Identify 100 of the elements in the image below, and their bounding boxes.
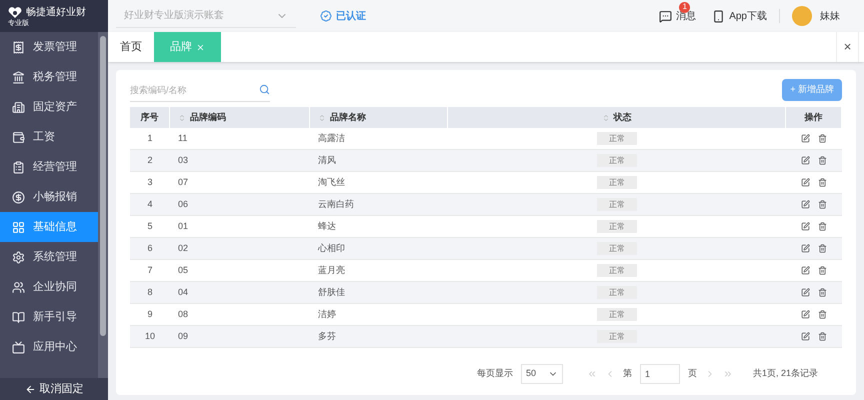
notification-badge: 1 [679, 2, 690, 12]
table-cell-text: 10 [144, 330, 155, 343]
unpin-button[interactable]: 取消固定 [0, 378, 108, 400]
edit-icon[interactable] [801, 266, 810, 275]
sidebar-item[interactable]: 系统管理 [0, 242, 98, 272]
arrow-icon [24, 384, 36, 394]
delete-icon[interactable] [818, 178, 827, 187]
status-tag: 正常 [597, 220, 637, 233]
table-cell-text: 08 [178, 308, 188, 321]
delete-icon[interactable] [818, 200, 827, 209]
menu-icon [12, 340, 25, 354]
chat-icon [659, 10, 672, 22]
menu-icon [12, 70, 25, 84]
delete-icon[interactable] [818, 156, 827, 165]
menu-icon [12, 130, 25, 144]
table-cell-text: 06 [178, 198, 188, 211]
table-cell-text: 01 [178, 220, 188, 233]
edit-icon[interactable] [801, 332, 810, 341]
search-icon[interactable] [259, 84, 270, 95]
table-cell-text: 4 [147, 198, 152, 211]
sidebar-item[interactable]: 应用中心 [0, 332, 98, 362]
delete-icon[interactable] [818, 266, 827, 275]
table-cell-text: 蓝月亮 [318, 264, 345, 277]
edit-icon[interactable] [801, 200, 810, 209]
menu-icon [12, 160, 25, 174]
table-cell-text: 03 [178, 154, 188, 167]
logo-name: 畅捷通好业财 [26, 6, 86, 19]
status-tag: 正常 [597, 198, 637, 211]
status-tag: 正常 [597, 154, 637, 167]
sidebar-item[interactable]: 经营管理 [0, 152, 98, 182]
table-cell-text: 8 [147, 286, 152, 299]
menu-icon [12, 190, 25, 204]
edit-icon[interactable] [801, 178, 810, 187]
table-cell-text: 3 [147, 176, 152, 189]
per-page-label: 每页显示 [476, 367, 513, 380]
status-tag: 正常 [597, 132, 637, 145]
page-prefix: 第 [622, 367, 632, 380]
per-page-select[interactable]: 50 [520, 364, 563, 384]
table-cell-text: 9 [147, 308, 152, 321]
sidebar-item[interactable]: 新手引导 [0, 302, 98, 332]
edit-icon[interactable] [801, 288, 810, 297]
delete-icon[interactable] [818, 332, 827, 341]
delete-icon[interactable] [818, 134, 827, 143]
sidebar-item[interactable]: 发票管理 [0, 32, 98, 62]
sidebar-item[interactable]: 工资 [0, 122, 98, 152]
delete-icon[interactable] [818, 244, 827, 253]
table-cell-text: 02 [178, 242, 188, 255]
sidebar-item[interactable]: 企业协同 [0, 272, 98, 302]
table-cell-text: 2 [147, 154, 152, 167]
status-tag: 正常 [597, 176, 637, 189]
table-cell-text: 1 [147, 132, 152, 145]
sidebar-item[interactable]: 小畅报销 [0, 182, 98, 212]
table-cell-text: 云南白药 [318, 198, 354, 211]
edit-icon[interactable] [801, 222, 810, 231]
delete-icon[interactable] [818, 310, 827, 319]
table-cell-text: 蜂达 [318, 220, 336, 233]
table-cell-text: 淘飞丝 [318, 176, 345, 189]
menu-icon [12, 310, 25, 324]
page-field[interactable]: 1 [640, 364, 680, 384]
page-tab[interactable]: 首页 [108, 32, 154, 62]
table-cell-text: 高露洁 [318, 132, 345, 145]
table-cell-text: 6 [147, 242, 152, 255]
table-cell-text: 洁婷 [318, 308, 336, 321]
table-cell-text: 11 [178, 132, 188, 145]
search-field[interactable]: 搜索编码/名称 [130, 78, 259, 100]
verified-icon [320, 10, 332, 22]
logo-icon [8, 6, 22, 18]
edit-icon[interactable] [801, 244, 810, 253]
certified-label: 已认证 [336, 10, 366, 24]
menu-icon [12, 40, 25, 54]
status-tag: 正常 [597, 242, 637, 255]
table-cell-text: 07 [178, 176, 188, 189]
table-cell-text: 清风 [318, 154, 336, 167]
user-name[interactable]: 妹妹 [820, 8, 840, 24]
status-tag: 正常 [597, 330, 637, 343]
status-tag: 正常 [597, 264, 637, 277]
page-suffix: 页 [688, 367, 697, 380]
table-cell-text: 09 [178, 330, 188, 343]
delete-icon[interactable] [818, 288, 827, 297]
scrollbar-icon [98, 32, 108, 378]
table-cell-text: 舒肤佳 [318, 286, 345, 299]
record-summary: 共1页, 21条记录 [752, 367, 818, 380]
table-cell-text: 心相印 [318, 242, 345, 255]
table-cell-text: 5 [147, 220, 152, 233]
table-cell-text: 多芬 [318, 330, 336, 343]
table-cell-text: 04 [178, 286, 188, 299]
status-tag: 正常 [597, 286, 637, 299]
sidebar-item[interactable]: 固定资产 [0, 92, 98, 122]
close-all-button[interactable]: × [836, 32, 858, 62]
menu-icon [12, 280, 25, 294]
edit-icon[interactable] [801, 134, 810, 143]
edit-icon[interactable] [801, 156, 810, 165]
status-tag: 正常 [597, 308, 637, 321]
menu-icon [12, 220, 25, 234]
edit-icon[interactable] [801, 310, 810, 319]
menu-icon [12, 250, 25, 264]
phone-icon [712, 10, 726, 22]
sidebar-item[interactable]: 税务管理 [0, 62, 98, 92]
delete-icon[interactable] [818, 222, 827, 231]
app-download-link[interactable]: App下载 [712, 8, 767, 24]
